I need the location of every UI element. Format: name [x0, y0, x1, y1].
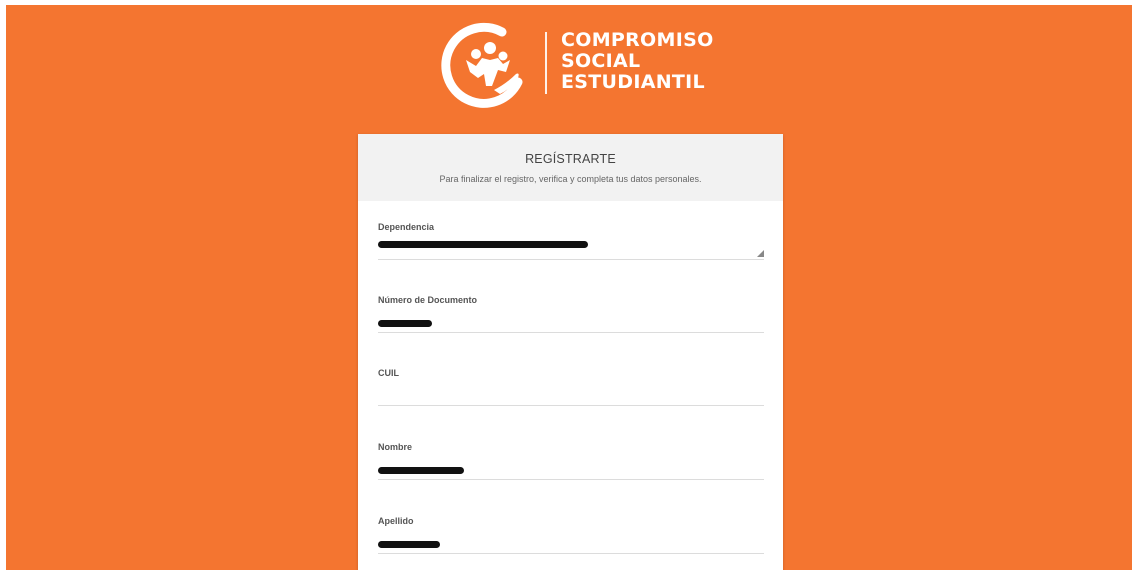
brand-line-3: ESTUDIANTIL — [561, 71, 705, 93]
cuil-field[interactable]: CUIL — [378, 368, 764, 418]
redaction-bar — [378, 467, 464, 474]
documento-label: Número de Documento — [378, 295, 478, 305]
documento-input[interactable] — [378, 311, 764, 327]
nombre-field[interactable]: Nombre — [378, 442, 764, 492]
nombre-input[interactable] — [378, 458, 764, 474]
field-underline — [378, 405, 764, 406]
cuil-label: CUIL — [378, 368, 399, 378]
apellido-label: Apellido — [378, 516, 414, 526]
brand-name: COMPROMISO SOCIAL ESTUDIANTIL — [561, 30, 714, 93]
documento-field[interactable]: Número de Documento — [378, 295, 764, 345]
redaction-bar — [378, 541, 440, 548]
field-underline — [378, 479, 764, 480]
brand-line-1: COMPROMISO — [561, 29, 714, 51]
redaction-bar — [378, 320, 432, 327]
apellido-input[interactable] — [378, 532, 764, 548]
dependencia-label: Dependencia — [378, 222, 435, 232]
page-background: COMPROMISO SOCIAL ESTUDIANTIL REGÍSTRART… — [6, 5, 1132, 570]
dropdown-arrow-icon[interactable] — [757, 250, 764, 257]
dependencia-select[interactable]: Dependencia — [378, 222, 764, 272]
dependencia-value[interactable] — [378, 238, 764, 257]
field-underline — [378, 553, 764, 554]
brand-line-2: SOCIAL — [561, 50, 641, 72]
registration-card: REGÍSTRARTE Para finalizar el registro, … — [358, 134, 783, 570]
cuil-input[interactable] — [378, 384, 764, 400]
redaction-bar — [378, 241, 588, 248]
field-underline — [378, 332, 764, 333]
nombre-label: Nombre — [378, 442, 413, 452]
people-circle-logo-icon — [441, 22, 523, 108]
form-title: REGÍSTRARTE — [525, 152, 616, 166]
brand-logo: COMPROMISO SOCIAL ESTUDIANTIL — [440, 20, 720, 110]
card-header: REGÍSTRARTE Para finalizar el registro, … — [358, 134, 783, 201]
form-subtitle: Para finalizar el registro, verifica y c… — [439, 174, 702, 184]
apellido-field[interactable]: Apellido — [378, 516, 764, 566]
field-underline — [378, 259, 764, 260]
logo-divider — [545, 32, 547, 94]
